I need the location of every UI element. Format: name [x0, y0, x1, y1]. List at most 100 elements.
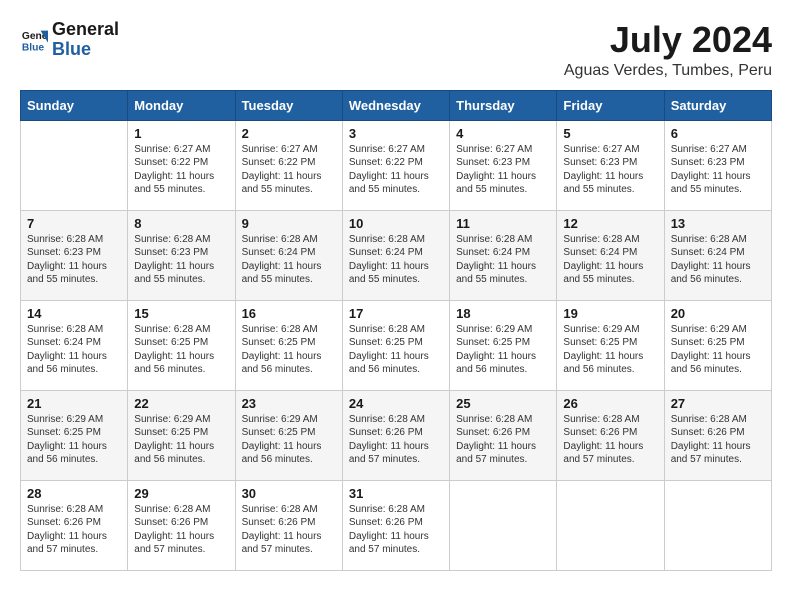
month-title: July 2024	[564, 20, 772, 60]
calendar-week-3: 14 Sunrise: 6:28 AM Sunset: 6:24 PM Dayli…	[21, 300, 772, 390]
calendar-week-2: 7Sunrise: 6:28 AM Sunset: 6:23 PM Daylig…	[21, 210, 772, 300]
day-info: Sunrise: 6:28 AM Sunset: 6:23 PM Dayligh…	[27, 233, 121, 287]
calendar-cell: 14 Sunrise: 6:28 AM Sunset: 6:24 PM Dayli…	[21, 300, 128, 390]
day-number: 1	[134, 126, 228, 141]
day-number: 8	[134, 216, 228, 231]
day-info: Sunrise: 6:28 AM Sunset: 6:26 PM Dayligh…	[242, 503, 336, 557]
logo-general-text: General	[52, 20, 119, 40]
day-info: Sunrise: 6:28 AM Sunset: 6:23 PM Dayligh…	[134, 233, 228, 287]
day-number: 10	[349, 216, 443, 231]
calendar-cell	[664, 480, 771, 570]
day-info: Sunrise: 6:27 AM Sunset: 6:23 PM Dayligh…	[456, 143, 550, 197]
svg-text:Blue: Blue	[22, 42, 45, 53]
calendar-cell: 2 Sunrise: 6:27 AM Sunset: 6:22 PM Daylig…	[235, 120, 342, 210]
calendar-cell: 10 Sunrise: 6:28 AM Sunset: 6:24 PM Dayli…	[342, 210, 449, 300]
day-number: 20	[671, 306, 765, 321]
calendar-cell: 7Sunrise: 6:28 AM Sunset: 6:23 PM Daylig…	[21, 210, 128, 300]
day-info: Sunrise: 6:27 AM Sunset: 6:23 PM Dayligh…	[671, 143, 765, 197]
day-info: Sunrise: 6:27 AM Sunset: 6:22 PM Dayligh…	[242, 143, 336, 197]
calendar-cell: 27Sunrise: 6:28 AM Sunset: 6:26 PM Dayli…	[664, 390, 771, 480]
day-info: Sunrise: 6:29 AM Sunset: 6:25 PM Dayligh…	[563, 323, 657, 377]
day-number: 17	[349, 306, 443, 321]
calendar-cell: 6Sunrise: 6:27 AM Sunset: 6:23 PM Daylig…	[664, 120, 771, 210]
col-tuesday: Tuesday	[235, 90, 342, 120]
day-info: Sunrise: 6:28 AM Sunset: 6:26 PM Dayligh…	[563, 413, 657, 467]
calendar-cell: 12Sunrise: 6:28 AM Sunset: 6:24 PM Dayli…	[557, 210, 664, 300]
day-info: Sunrise: 6:27 AM Sunset: 6:22 PM Dayligh…	[134, 143, 228, 197]
day-info: Sunrise: 6:28 AM Sunset: 6:24 PM Dayligh…	[456, 233, 550, 287]
calendar-cell: 17 Sunrise: 6:28 AM Sunset: 6:25 PM Dayli…	[342, 300, 449, 390]
day-number: 4	[456, 126, 550, 141]
day-number: 16	[242, 306, 336, 321]
location-title: Aguas Verdes, Tumbes, Peru	[564, 62, 772, 80]
day-info: Sunrise: 6:28 AM Sunset: 6:26 PM Dayligh…	[27, 503, 121, 557]
calendar-cell: 13 Sunrise: 6:28 AM Sunset: 6:24 PM Dayli…	[664, 210, 771, 300]
day-number: 30	[242, 486, 336, 501]
day-number: 14	[27, 306, 121, 321]
day-number: 31	[349, 486, 443, 501]
day-info: Sunrise: 6:28 AM Sunset: 6:24 PM Dayligh…	[27, 323, 121, 377]
day-number: 29	[134, 486, 228, 501]
day-number: 25	[456, 396, 550, 411]
title-area: July 2024 Aguas Verdes, Tumbes, Peru	[564, 20, 772, 80]
day-info: Sunrise: 6:28 AM Sunset: 6:26 PM Dayligh…	[349, 413, 443, 467]
day-number: 12	[563, 216, 657, 231]
calendar-cell: 5 Sunrise: 6:27 AM Sunset: 6:23 PM Daylig…	[557, 120, 664, 210]
col-sunday: Sunday	[21, 90, 128, 120]
calendar-cell: 22Sunrise: 6:29 AM Sunset: 6:25 PM Dayli…	[128, 390, 235, 480]
day-info: Sunrise: 6:28 AM Sunset: 6:26 PM Dayligh…	[456, 413, 550, 467]
day-number: 11	[456, 216, 550, 231]
day-info: Sunrise: 6:28 AM Sunset: 6:26 PM Dayligh…	[134, 503, 228, 557]
day-info: Sunrise: 6:27 AM Sunset: 6:23 PM Dayligh…	[563, 143, 657, 197]
day-info: Sunrise: 6:29 AM Sunset: 6:25 PM Dayligh…	[242, 413, 336, 467]
calendar-cell: 30 Sunrise: 6:28 AM Sunset: 6:26 PM Dayli…	[235, 480, 342, 570]
day-number: 2	[242, 126, 336, 141]
calendar-cell: 26Sunrise: 6:28 AM Sunset: 6:26 PM Dayli…	[557, 390, 664, 480]
calendar-cell: 9 Sunrise: 6:28 AM Sunset: 6:24 PM Daylig…	[235, 210, 342, 300]
day-info: Sunrise: 6:28 AM Sunset: 6:24 PM Dayligh…	[349, 233, 443, 287]
day-number: 23	[242, 396, 336, 411]
day-info: Sunrise: 6:28 AM Sunset: 6:25 PM Dayligh…	[242, 323, 336, 377]
calendar-cell: 15 Sunrise: 6:28 AM Sunset: 6:25 PM Dayli…	[128, 300, 235, 390]
day-number: 28	[27, 486, 121, 501]
calendar-cell: 23 Sunrise: 6:29 AM Sunset: 6:25 PM Dayli…	[235, 390, 342, 480]
day-info: Sunrise: 6:28 AM Sunset: 6:24 PM Dayligh…	[242, 233, 336, 287]
day-number: 15	[134, 306, 228, 321]
calendar-cell: 19Sunrise: 6:29 AM Sunset: 6:25 PM Dayli…	[557, 300, 664, 390]
col-friday: Friday	[557, 90, 664, 120]
day-info: Sunrise: 6:27 AM Sunset: 6:22 PM Dayligh…	[349, 143, 443, 197]
calendar-cell: 25 Sunrise: 6:28 AM Sunset: 6:26 PM Dayli…	[450, 390, 557, 480]
calendar-cell: 24 Sunrise: 6:28 AM Sunset: 6:26 PM Dayli…	[342, 390, 449, 480]
calendar-cell: 21Sunrise: 6:29 AM Sunset: 6:25 PM Dayli…	[21, 390, 128, 480]
day-info: Sunrise: 6:28 AM Sunset: 6:26 PM Dayligh…	[349, 503, 443, 557]
calendar-cell	[450, 480, 557, 570]
day-number: 9	[242, 216, 336, 231]
calendar-cell: 3 Sunrise: 6:27 AM Sunset: 6:22 PM Daylig…	[342, 120, 449, 210]
day-number: 18	[456, 306, 550, 321]
calendar-cell: 1 Sunrise: 6:27 AM Sunset: 6:22 PM Daylig…	[128, 120, 235, 210]
col-wednesday: Wednesday	[342, 90, 449, 120]
calendar-cell: 29 Sunrise: 6:28 AM Sunset: 6:26 PM Dayli…	[128, 480, 235, 570]
logo: General Blue General Blue	[20, 20, 119, 60]
day-info: Sunrise: 6:28 AM Sunset: 6:25 PM Dayligh…	[349, 323, 443, 377]
day-number: 5	[563, 126, 657, 141]
col-saturday: Saturday	[664, 90, 771, 120]
logo-icon: General Blue	[20, 26, 48, 54]
day-number: 13	[671, 216, 765, 231]
day-info: Sunrise: 6:28 AM Sunset: 6:25 PM Dayligh…	[134, 323, 228, 377]
calendar-cell	[557, 480, 664, 570]
day-number: 3	[349, 126, 443, 141]
day-number: 24	[349, 396, 443, 411]
calendar-week-1: 1 Sunrise: 6:27 AM Sunset: 6:22 PM Daylig…	[21, 120, 772, 210]
day-info: Sunrise: 6:29 AM Sunset: 6:25 PM Dayligh…	[456, 323, 550, 377]
calendar-cell: 16 Sunrise: 6:28 AM Sunset: 6:25 PM Dayli…	[235, 300, 342, 390]
calendar-cell: 4 Sunrise: 6:27 AM Sunset: 6:23 PM Daylig…	[450, 120, 557, 210]
calendar-cell	[21, 120, 128, 210]
day-info: Sunrise: 6:28 AM Sunset: 6:24 PM Dayligh…	[671, 233, 765, 287]
calendar-cell: 20Sunrise: 6:29 AM Sunset: 6:25 PM Dayli…	[664, 300, 771, 390]
day-number: 22	[134, 396, 228, 411]
calendar-header-row: Sunday Monday Tuesday Wednesday Thursday…	[21, 90, 772, 120]
day-info: Sunrise: 6:29 AM Sunset: 6:25 PM Dayligh…	[27, 413, 121, 467]
day-info: Sunrise: 6:28 AM Sunset: 6:26 PM Dayligh…	[671, 413, 765, 467]
col-thursday: Thursday	[450, 90, 557, 120]
